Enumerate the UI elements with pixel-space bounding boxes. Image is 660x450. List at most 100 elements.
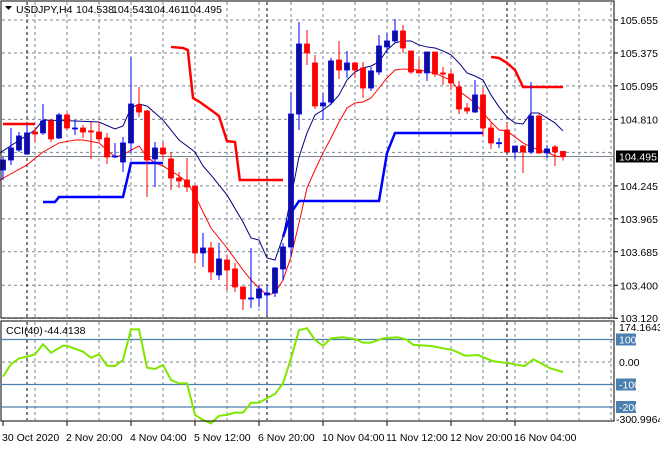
bearish-candle[interactable] — [224, 254, 230, 290]
bearish-candle[interactable] — [168, 152, 174, 190]
bearish-candle[interactable] — [104, 132, 110, 164]
bearish-candle[interactable] — [352, 62, 358, 78]
bullish-candle[interactable] — [368, 66, 374, 91]
bearish-candle[interactable] — [88, 122, 94, 159]
candle-body — [240, 286, 246, 300]
bullish-candle[interactable] — [328, 58, 334, 105]
price-chart[interactable]: 105.655 105.375 105.095 104.810 104.245 103.9… — [0, 0, 660, 450]
price-tick-label: 105.095 — [620, 81, 658, 93]
bearish-candle[interactable] — [336, 40, 342, 79]
bearish-candle[interactable] — [80, 124, 86, 138]
bearish-candle[interactable] — [240, 286, 246, 310]
bullish-candle[interactable] — [288, 92, 294, 257]
time-tick-label: 6 Nov 20:00 — [258, 432, 315, 444]
candle-body — [192, 185, 198, 254]
candle-body — [104, 137, 110, 158]
open-value: 104.538 — [76, 4, 114, 16]
bullish-candle[interactable] — [72, 120, 78, 135]
collapse-triangle-icon[interactable] — [5, 6, 12, 10]
candle-body — [32, 131, 38, 135]
resistance-step-line — [490, 55, 563, 89]
bullish-candle[interactable] — [264, 284, 270, 315]
bearish-candle[interactable] — [232, 262, 238, 292]
bearish-candle[interactable] — [560, 150, 566, 161]
bearish-candle[interactable] — [96, 122, 102, 142]
candle-body — [152, 147, 158, 160]
bearish-candle[interactable] — [408, 50, 414, 74]
bullish-candle[interactable] — [472, 80, 478, 113]
time-tick-label: 12 Nov 20:00 — [450, 432, 513, 444]
bullish-candle[interactable] — [152, 142, 158, 187]
bearish-candle[interactable] — [432, 51, 438, 77]
bullish-candle[interactable] — [112, 142, 118, 158]
bullish-candle[interactable] — [392, 18, 398, 43]
close-value: 104.495 — [184, 4, 222, 16]
bearish-candle[interactable] — [480, 88, 486, 136]
bullish-candle[interactable] — [200, 232, 206, 267]
bearish-candle[interactable] — [192, 185, 198, 263]
candle-body — [392, 30, 398, 42]
candle-body — [200, 247, 206, 254]
bullish-candle[interactable] — [272, 266, 278, 297]
bearish-candle[interactable] — [448, 70, 454, 90]
candle-body — [552, 146, 558, 153]
candle-body — [136, 104, 142, 113]
bullish-candle[interactable] — [496, 138, 502, 148]
bearish-candle[interactable] — [184, 158, 190, 192]
bullish-candle[interactable] — [120, 136, 126, 172]
cci-tick-label: -200 — [619, 402, 640, 414]
bullish-candle[interactable] — [128, 56, 134, 153]
bearish-candle[interactable] — [304, 30, 310, 65]
candle-body — [360, 67, 366, 89]
bearish-candle[interactable] — [536, 114, 542, 154]
bullish-candle[interactable] — [384, 32, 390, 53]
candle-body — [368, 70, 374, 89]
price-tick-label: 105.655 — [620, 15, 658, 27]
cci-axis: 174.1643100 0.00 -100 -200-300.9964 — [616, 322, 660, 426]
bearish-candle[interactable] — [32, 126, 38, 142]
bearish-candle[interactable] — [136, 86, 142, 117]
bearish-candle[interactable] — [312, 54, 318, 109]
candle-body — [536, 115, 542, 154]
cci-header: CCI(40) -44.4138 — [6, 325, 86, 337]
candle-body — [280, 246, 286, 270]
bearish-candle[interactable] — [400, 24, 406, 53]
candle-body — [416, 69, 422, 74]
bearish-candle[interactable] — [504, 122, 510, 153]
bearish-candle[interactable] — [464, 102, 470, 114]
candle-body — [48, 120, 54, 140]
bearish-candle[interactable] — [488, 122, 494, 149]
candle-body — [520, 145, 526, 153]
bullish-candle[interactable] — [16, 132, 22, 152]
bullish-candle[interactable] — [216, 242, 222, 280]
cci-line — [2, 327, 564, 425]
candle-body — [120, 142, 126, 163]
bullish-candle[interactable] — [424, 51, 430, 81]
bullish-candle[interactable] — [56, 112, 62, 139]
candle-body — [480, 94, 486, 129]
candle-body — [232, 268, 238, 288]
bullish-candle[interactable] — [320, 92, 326, 120]
candle-body — [168, 158, 174, 179]
cci-tick-label: 100 — [619, 335, 637, 347]
cci-tick-label: -100 — [619, 380, 640, 392]
bullish-candle[interactable] — [296, 22, 302, 130]
candle-body — [512, 145, 518, 153]
bullish-candle[interactable] — [376, 34, 382, 75]
bearish-candle[interactable] — [416, 58, 422, 74]
bullish-candle[interactable] — [256, 284, 262, 307]
support-step-line — [43, 161, 163, 204]
candle-body — [144, 110, 150, 161]
time-tick-label: 4 Nov 04:00 — [130, 432, 187, 444]
cci-panel-frame — [0, 320, 615, 422]
bearish-candle[interactable] — [64, 112, 70, 130]
bearish-candle[interactable] — [48, 118, 54, 142]
bullish-candle[interactable] — [528, 82, 534, 154]
bullish-candle[interactable] — [24, 124, 30, 155]
bearish-candle[interactable] — [520, 144, 526, 173]
bullish-candle[interactable] — [344, 50, 350, 78]
bearish-candle[interactable] — [208, 242, 214, 280]
bearish-candle[interactable] — [144, 110, 150, 197]
candle-body — [312, 62, 318, 107]
candle-body — [272, 267, 278, 294]
